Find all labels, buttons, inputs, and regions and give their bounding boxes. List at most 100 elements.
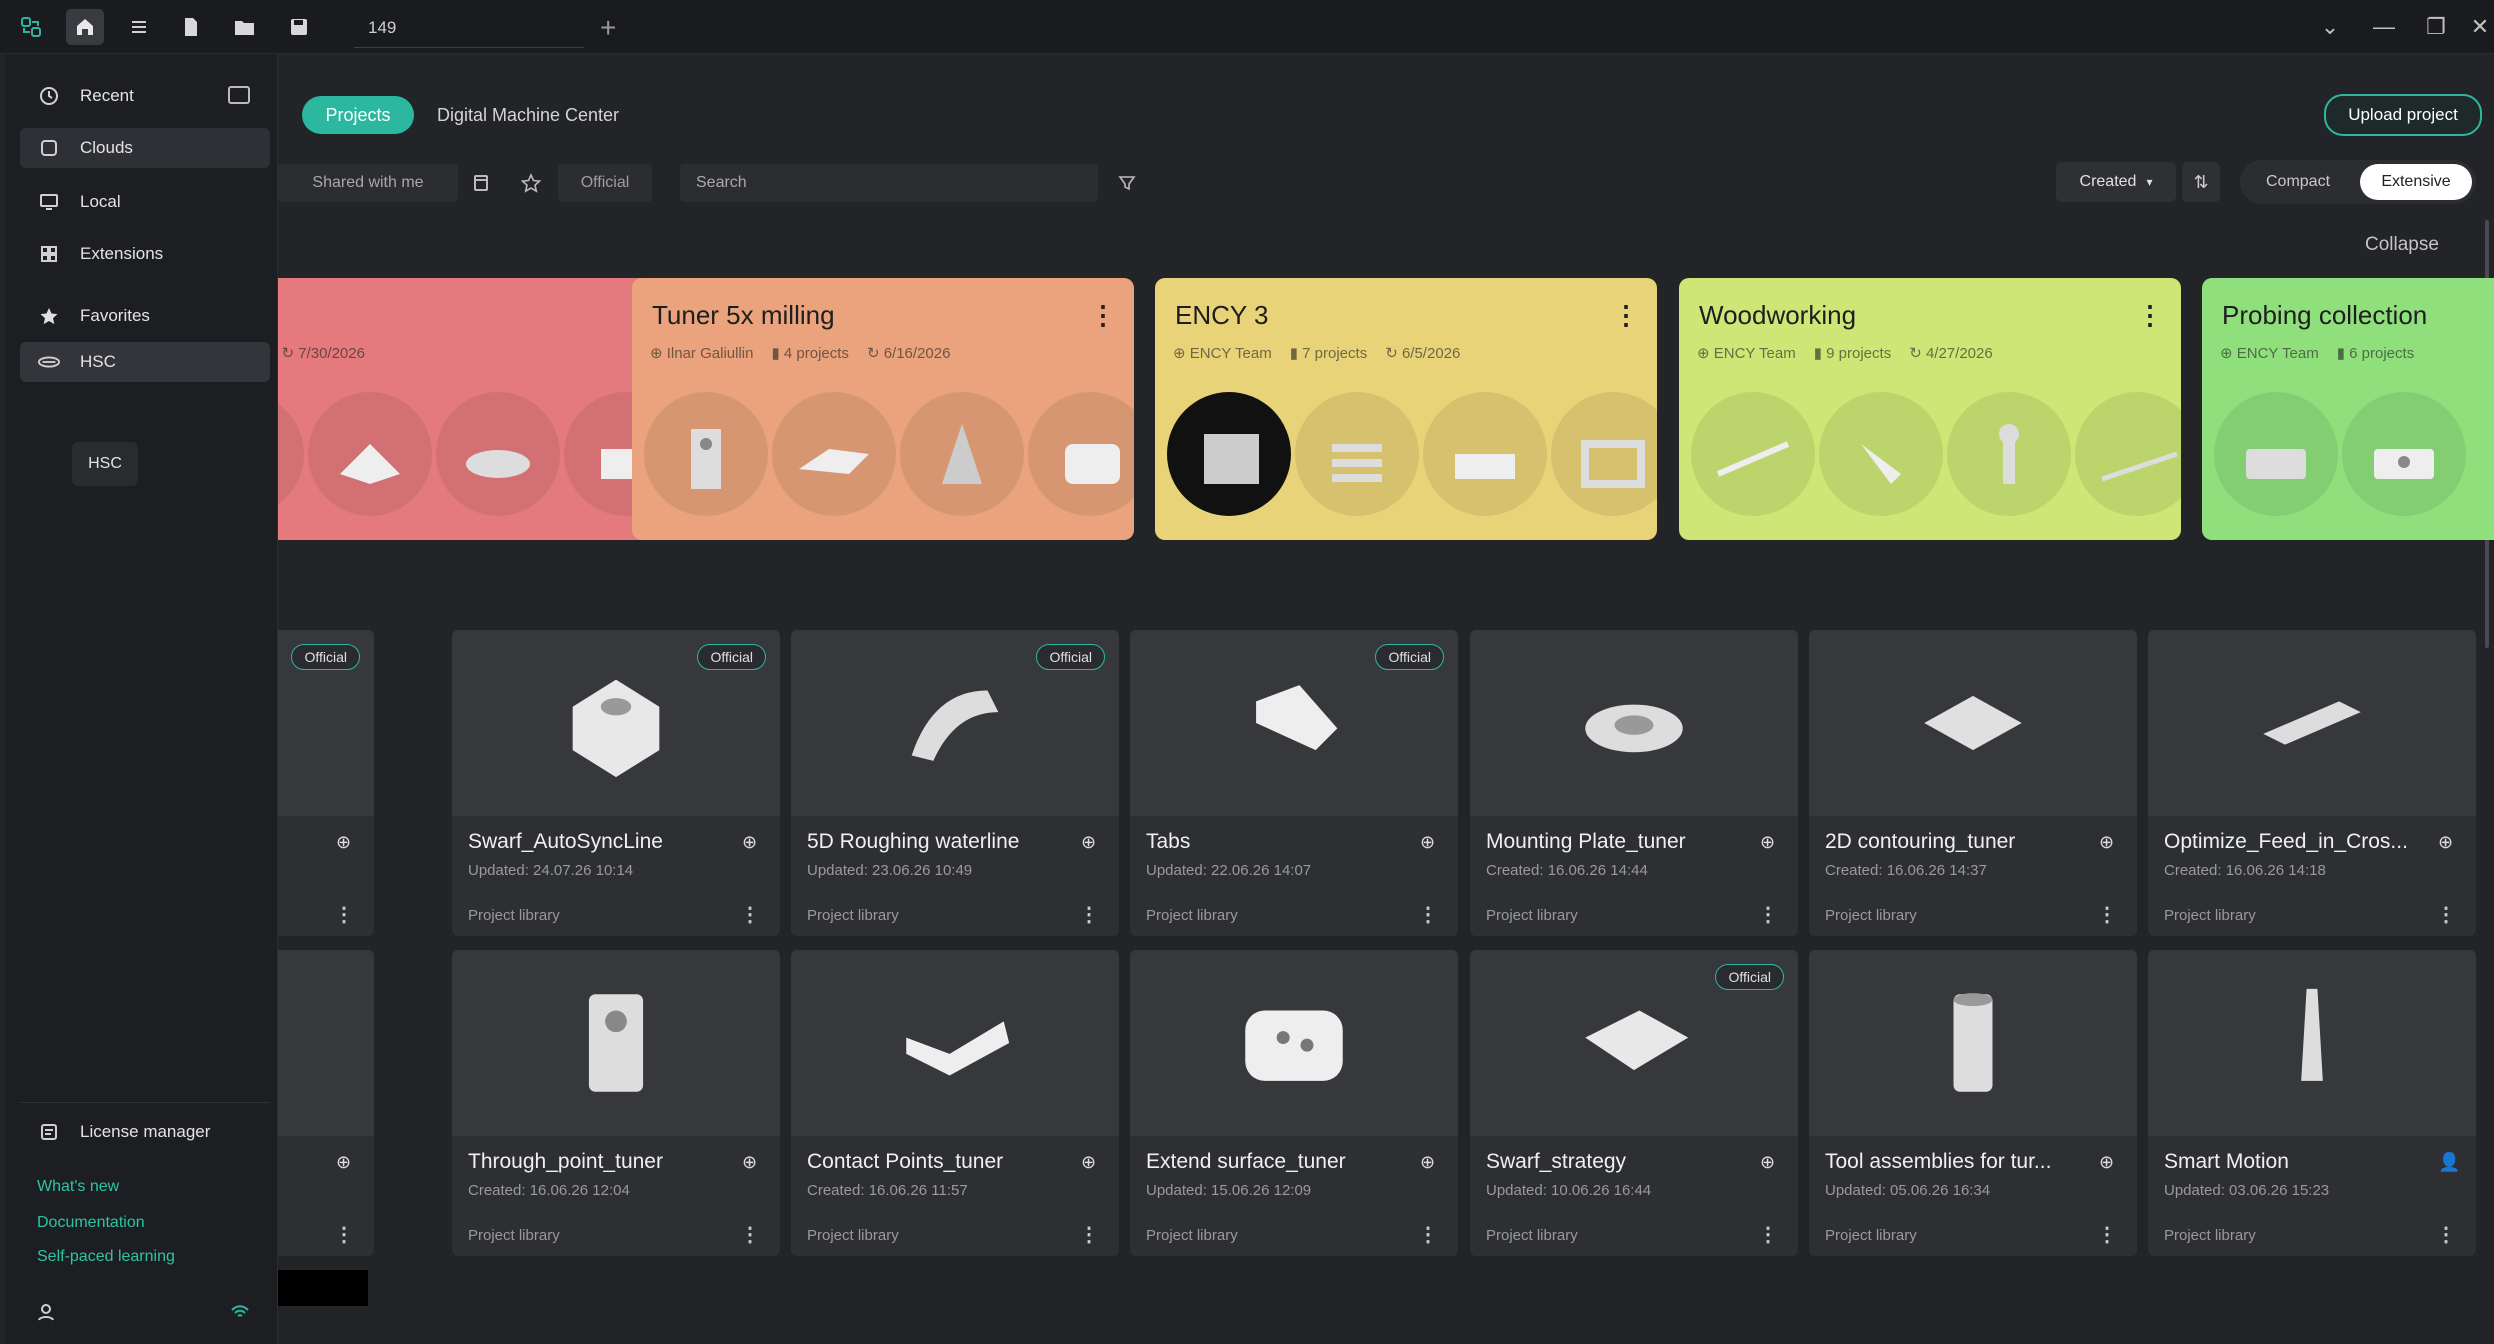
sidebar-item-license-manager[interactable]: License manager [20, 1112, 270, 1152]
collection-card[interactable]: Tuner 5x milling ⊕ Ilnar Galiullin ▮ 4 pro… [632, 278, 1134, 540]
collapse-button[interactable]: Collapse [2365, 234, 2439, 256]
collection-author: ⊕ ENCY Team [1697, 345, 1796, 362]
project-card[interactable]: 2D contouring_tuner ⊕ Created: 16.06.26 14… [1809, 630, 2137, 936]
collection-meta: ⊕ ENCY Team ▮ 6 projects [2220, 344, 2414, 362]
globe-icon: ⊕ [2099, 1152, 2115, 1172]
upload-project-button[interactable]: Upload project [2324, 94, 2482, 136]
wifi-icon [230, 1304, 250, 1325]
sidebar-item-extensions[interactable]: Extensions [20, 234, 270, 274]
filter-shared-with-me[interactable]: Shared with me [278, 164, 458, 202]
grid-icon [38, 243, 60, 265]
document-tab[interactable]: 149 [354, 8, 584, 48]
archive-icon[interactable] [462, 164, 500, 202]
project-library-label: Project library [807, 1227, 899, 1244]
more-vertical-icon[interactable]: ⋮ [1613, 300, 1639, 331]
sidebar-item-clouds[interactable]: Clouds [20, 128, 270, 168]
tab-projects[interactable]: Projects [302, 96, 414, 134]
project-card[interactable]: Official Swarf_AutoSyncLine ⊕ Updated: 24.0… [452, 630, 780, 936]
more-vertical-icon[interactable]: ⋮ [2436, 902, 2456, 927]
more-vertical-icon[interactable]: ⋮ [2436, 1222, 2456, 1247]
sidebar-item-local[interactable]: Local [20, 182, 270, 222]
documentation-link[interactable]: Documentation [37, 1214, 145, 1232]
save-icon[interactable] [280, 9, 318, 45]
view-extensive-button[interactable]: Extensive [2360, 164, 2472, 200]
more-vertical-icon[interactable]: ⋮ [1758, 1222, 1778, 1247]
more-vertical-icon[interactable]: ⋮ [2137, 300, 2163, 331]
card-thumb-partial [278, 1270, 368, 1306]
search-input[interactable] [680, 164, 1098, 202]
collection-card[interactable]: Probing collection ⊕ ENCY Team ▮ 6 project… [2202, 278, 2494, 540]
view-compact-button[interactable]: Compact [2244, 164, 2352, 200]
globe-icon: ⊕ [1420, 1152, 1436, 1172]
project-library-label: Project library [1146, 1227, 1238, 1244]
more-vertical-icon[interactable]: ⋮ [1090, 300, 1116, 331]
filter-funnel-icon[interactable] [1108, 164, 1146, 202]
filter-official[interactable]: Official [558, 164, 652, 202]
collection-card[interactable]: ENCY 3 ⊕ ENCY Team ▮ 7 projects ↻ 6/5/2026 ⋮ [1155, 278, 1657, 540]
project-date: Created: 16.06.26 14:37 [1825, 862, 1987, 879]
more-vertical-icon[interactable]: ⋮ [740, 902, 760, 927]
sort-select-label: Created [2079, 173, 2137, 190]
app-logo-icon[interactable] [12, 9, 50, 45]
project-title: 2D contouring_tuner [1825, 830, 2016, 853]
favorite-filter-star-icon[interactable] [512, 164, 550, 202]
main-content: Projects Digital Machine Center Upload p… [46, 54, 2494, 1344]
project-library-label: Project library [1825, 907, 1917, 924]
collection-card[interactable]: Woodworking ⊕ ENCY Team ▮ 9 projects ↻ 4/27… [1679, 278, 2181, 540]
project-card[interactable]: Optimize_Feed_in_Cros... ⊕ Created: 16.06.… [2148, 630, 2476, 936]
project-card[interactable]: Extend surface_tuner ⊕ Updated: 15.06.26 1… [1130, 950, 1458, 1256]
collection-thumb [436, 392, 560, 516]
more-vertical-icon[interactable]: ⋮ [1079, 902, 1099, 927]
restore-icon[interactable]: ❐ [2416, 10, 2456, 44]
self-paced-learning-link[interactable]: Self-paced learning [37, 1248, 175, 1266]
collection-title: Woodworking [1699, 300, 1857, 330]
more-vertical-icon[interactable]: ⋮ [740, 1222, 760, 1247]
more-vertical-icon[interactable]: ⋮ [1418, 1222, 1438, 1247]
more-vertical-icon[interactable]: ⋮ [2097, 902, 2117, 927]
project-card[interactable]: Contact Points_tuner ⊕ Created: 16.06.26 1… [791, 950, 1119, 1256]
open-folder-icon[interactable] [226, 9, 264, 45]
new-file-icon[interactable] [172, 9, 210, 45]
chevron-down-icon[interactable]: ⌄ [2310, 10, 2350, 44]
collection-project-count: ▮ 9 projects [1813, 345, 1892, 362]
home-icon[interactable] [66, 9, 104, 45]
more-vertical-icon[interactable]: ⋮ [1079, 1222, 1099, 1247]
collection-thumb [2075, 392, 2181, 516]
sidebar-subitem-hsc[interactable]: HSC [72, 442, 138, 486]
collapse-sidebar-icon[interactable] [228, 86, 250, 104]
project-date: Updated: 24.07.26 10:14 [468, 862, 634, 879]
globe-icon: ⊕ [336, 1152, 352, 1172]
collection-project-count: ▮ 4 projects [771, 345, 849, 362]
tab-digital-machine-center[interactable]: Digital Machine Center [418, 96, 638, 134]
project-card[interactable]: Official 5D Roughing waterline ⊕ Updated: 2… [791, 630, 1119, 936]
close-icon[interactable]: ✕ [2460, 10, 2494, 44]
project-date: Created: 16.06.26 14:44 [1486, 862, 1648, 879]
project-card[interactable]: Tool assemblies for tur... ⊕ Updated: 05.0… [1809, 950, 2137, 1256]
menu-icon[interactable] [120, 9, 158, 45]
sidebar: Recent Clouds Local Extensions Favorites… [6, 54, 278, 1344]
sidebar-item-hsc[interactable]: HSC [20, 342, 270, 382]
project-card[interactable]: Mounting Plate_tuner ⊕ Created: 16.06.26 1… [1470, 630, 1798, 936]
project-title: Extend surface_tuner [1146, 1150, 1346, 1173]
collection-thumbs [2214, 392, 2466, 516]
more-vertical-icon[interactable]: ⋮ [2097, 1222, 2117, 1247]
sidebar-item-favorites[interactable]: Favorites [20, 296, 270, 336]
whats-new-link[interactable]: What's new [37, 1178, 119, 1196]
user-icon[interactable] [36, 1302, 56, 1327]
collection-thumb [1167, 392, 1291, 516]
more-vertical-icon[interactable]: ⋮ [334, 902, 354, 927]
minimize-icon[interactable]: — [2364, 10, 2404, 44]
more-vertical-icon[interactable]: ⋮ [334, 1222, 354, 1247]
globe-icon: ⊕ [742, 832, 758, 852]
project-card[interactable]: Smart Motion 👤 Updated: 03.06.26 15:23 Proj… [2148, 950, 2476, 1256]
sidebar-item-label: Local [80, 192, 121, 211]
collection-thumb [1295, 392, 1419, 516]
project-card[interactable]: Official Tabs ⊕ Updated: 22.06.26 14:07 Proj… [1130, 630, 1458, 936]
more-vertical-icon[interactable]: ⋮ [1418, 902, 1438, 927]
project-card[interactable]: Official Swarf_strategy ⊕ Updated: 10.06.26… [1470, 950, 1798, 1256]
sort-direction-icon[interactable]: ⇅ [2182, 162, 2220, 202]
project-card[interactable]: Through_point_tuner ⊕ Created: 16.06.26 12… [452, 950, 780, 1256]
add-tab-icon[interactable]: + [600, 8, 616, 48]
sort-select[interactable]: Created ▾ [2056, 162, 2176, 202]
more-vertical-icon[interactable]: ⋮ [1758, 902, 1778, 927]
